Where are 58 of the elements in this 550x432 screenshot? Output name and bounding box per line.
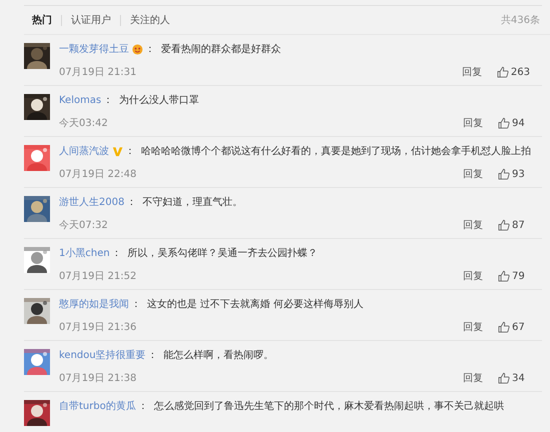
like-count: 94 xyxy=(512,118,526,128)
colon-text: ： xyxy=(148,349,158,362)
tab[interactable]: 认证用户 xyxy=(71,13,111,27)
username-link[interactable]: kendou坚持很重要 xyxy=(59,348,146,362)
reply-link[interactable]: 回复 xyxy=(463,269,483,283)
thumbs-up-icon[interactable] xyxy=(498,372,510,384)
username-link[interactable]: 憨厚的如是我闻 xyxy=(59,297,129,311)
comment-text: 怎么感觉回到了鲁迅先生笔下的那个时代，麻木爱看热闹起哄，事不关己就起哄 xyxy=(154,400,504,413)
like-count: 79 xyxy=(512,270,526,282)
username-link[interactable]: 自带turbo的黄瓜 xyxy=(59,399,136,413)
smiley-badge-icon xyxy=(132,44,143,54)
tab[interactable]: 热门 xyxy=(32,13,52,27)
comment-text: 哈哈哈哈微博个个都说这有什么好看的，真要是她到了现场，估计她会拿手机怼人脸上拍 xyxy=(141,144,531,158)
colon-text: ： xyxy=(103,94,114,107)
comment-text: 这女的也是 过不下去就离婚 何必要这样侮辱别人 xyxy=(147,298,364,311)
reply-link[interactable]: 回复 xyxy=(463,218,483,232)
username-link[interactable]: 游世人生2008 xyxy=(59,195,124,209)
tab[interactable]: 关注的人 xyxy=(130,13,170,27)
colon-text: ： xyxy=(138,400,148,413)
like-count: 34 xyxy=(512,372,526,384)
comment-time: 今天07:32 xyxy=(59,219,108,232)
colon-text: ： xyxy=(126,196,136,209)
colon-text: ： xyxy=(125,145,135,158)
thumbs-up-icon[interactable] xyxy=(498,117,510,129)
username-link[interactable]: 人间蒸汽波 xyxy=(59,144,109,158)
thumbs-up-icon[interactable] xyxy=(496,66,509,78)
colon-text: ： xyxy=(112,247,122,260)
username-link[interactable]: Kelomas xyxy=(59,94,102,106)
reply-link[interactable]: 回复 xyxy=(463,320,483,334)
username-link[interactable]: 1小黑chen xyxy=(59,246,110,260)
like-count: 87 xyxy=(512,220,526,230)
comment-time: 07月19日 21:36 xyxy=(59,321,136,334)
comment-text: 所以，吴系勾佬咩？吴通一齐去公园扑蝶？ xyxy=(128,246,318,260)
colon-text: ： xyxy=(145,43,155,56)
thumbs-up-icon[interactable] xyxy=(498,168,510,180)
comment-time: 07月19日 22:48 xyxy=(59,168,136,181)
thumbs-up-icon[interactable] xyxy=(498,270,510,282)
comment-time: 07月19日 21:38 xyxy=(59,372,136,385)
thumbs-up-icon[interactable] xyxy=(498,219,510,231)
comment-time: 07月19日 21:31 xyxy=(59,66,136,79)
comment-text: 不守妇道，理直气壮。 xyxy=(142,196,242,209)
reply-link[interactable]: 回复 xyxy=(463,116,483,130)
comment-text: 为什么没人带口罩 xyxy=(119,94,200,107)
comment-time: 今天03:42 xyxy=(59,117,108,130)
colon-text: ： xyxy=(131,298,141,311)
username-link[interactable]: 一颗发芽得土豆 xyxy=(59,42,129,56)
comment-text: 爱看热闹的群众都是好群众 xyxy=(161,42,281,56)
reply-link[interactable]: 回复 xyxy=(462,65,482,79)
comment-count: 共436条 xyxy=(500,14,540,27)
verified-v-icon xyxy=(112,146,123,156)
thumbs-up-icon[interactable] xyxy=(498,321,510,333)
reply-link[interactable]: 回复 xyxy=(463,371,483,385)
comment-time: 07月19日 21:52 xyxy=(59,270,136,283)
reply-link[interactable]: 回复 xyxy=(463,167,483,181)
comment-text: 能怎么样啊，看热闹啰。 xyxy=(164,348,274,362)
like-count: 93 xyxy=(512,168,526,180)
like-count: 263 xyxy=(510,66,530,78)
like-count: 67 xyxy=(512,322,526,332)
